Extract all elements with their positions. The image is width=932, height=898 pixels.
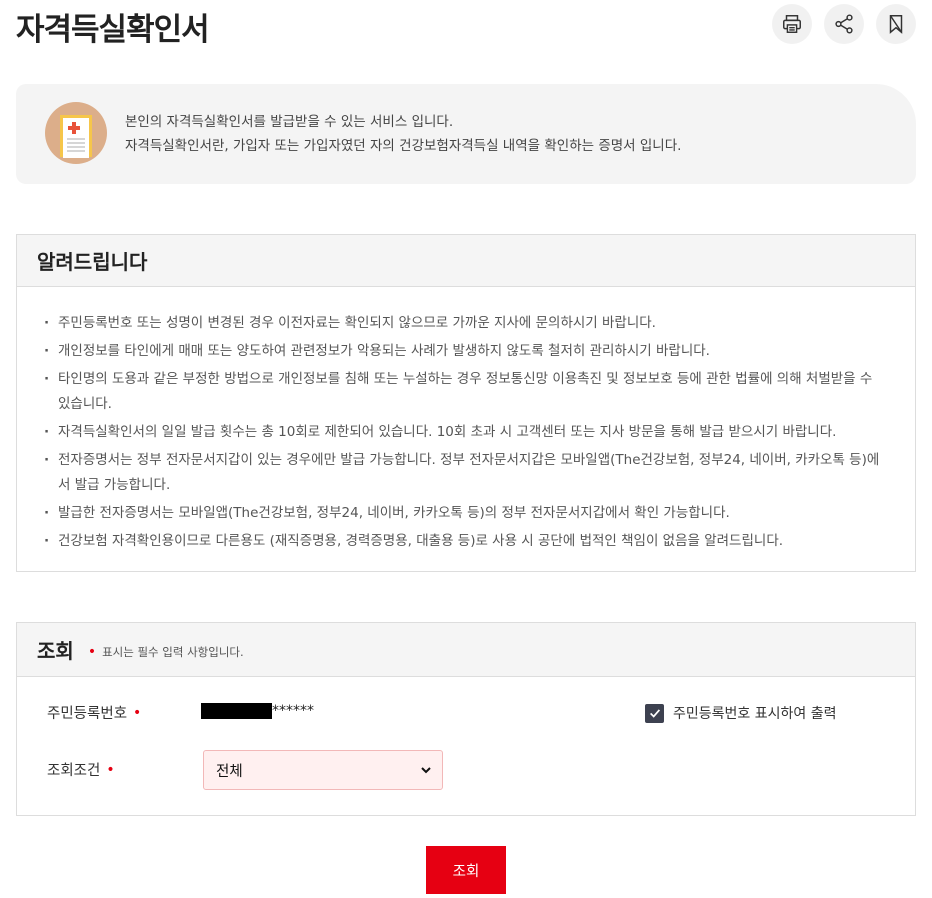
notice-item: 개인정보를 타인에게 매매 또는 양도하여 관련정보가 악용되는 사례가 발생하… [44, 339, 885, 364]
notice-header: 알려드립니다 [17, 235, 915, 287]
condition-label: 조회조건 • [47, 759, 115, 780]
rrn-suffix: ****** [272, 703, 314, 719]
print-rrn-label: 주민등록번호 표시하여 출력 [673, 706, 837, 722]
required-dot-icon: • [106, 761, 115, 778]
notice-item: 건강보험 자격확인용이므로 다른용도 (재직증명용, 경력증명용, 대출용 등)… [44, 529, 885, 554]
rrn-label: 주민등록번호 • [47, 702, 141, 723]
printer-icon [783, 15, 801, 33]
condition-select[interactable]: 전체 [203, 750, 443, 790]
notice-item: 주민등록번호 또는 성명이 변경된 경우 이전자료는 확인되지 않으므로 가까운… [44, 311, 885, 336]
intro-text: 본인의 자격득실확인서를 발급받을 수 있는 서비스 입니다. 자격득실확인서란… [125, 110, 681, 158]
submit-button[interactable]: 조회 [426, 846, 506, 894]
condition-label-text: 조회조건 [47, 763, 101, 779]
intro-line-1: 본인의 자격득실확인서를 발급받을 수 있는 서비스 입니다. [125, 114, 454, 130]
title-actions [772, 4, 916, 44]
bookmark-icon [889, 15, 903, 34]
document-icon [45, 102, 107, 164]
print-button[interactable] [772, 4, 812, 44]
notice-section: 알려드립니다 주민등록번호 또는 성명이 변경된 경우 이전자료는 확인되지 않… [16, 234, 916, 572]
required-dot-icon: • [87, 643, 97, 660]
rrn-label-text: 주민등록번호 [47, 706, 128, 722]
query-section: 조회 • 표시는 필수 입력 사항입니다. 주민등록번호 • ****** 주민… [16, 622, 916, 816]
intro-line-2: 자격득실확인서란, 가입자 또는 가입자였던 자의 건강보험자격득실 내역을 확… [125, 138, 682, 154]
required-note: • 표시는 필수 입력 사항입니다. [88, 640, 244, 660]
condition-select-value: 전체 [216, 763, 243, 780]
query-header: 조회 • 표시는 필수 입력 사항입니다. [17, 623, 915, 677]
required-note-text: 표시는 필수 입력 사항입니다. [102, 644, 244, 659]
notice-item: 전자증명서는 정부 전자문서지갑이 있는 경우에만 발급 가능합니다. 정부 전… [44, 448, 885, 498]
chevron-down-icon [421, 767, 431, 774]
required-dot-icon: • [133, 704, 142, 721]
notice-item: 타인명의 도용과 같은 부정한 방법으로 개인정보를 침해 또는 누설하는 경우… [44, 367, 885, 417]
query-title: 조회 [37, 639, 74, 663]
checkbox-checked-icon[interactable] [645, 703, 664, 723]
page-title: 자격득실확인서 [16, 12, 210, 48]
notice-item: 발급한 전자증명서는 모바일앱(The건강보험, 정부24, 네이버, 카카오톡… [44, 501, 885, 526]
print-rrn-checkbox[interactable]: 주민등록번호 표시하여 출력 [645, 703, 836, 723]
notice-title: 알려드립니다 [37, 250, 148, 274]
notice-item: 자격득실확인서의 일일 발급 횟수는 총 10회로 제한되어 있습니다. 10회… [44, 420, 885, 445]
notice-list: 주민등록번호 또는 성명이 변경된 경우 이전자료는 확인되지 않으므로 가까운… [17, 287, 915, 554]
rrn-value: ****** [201, 703, 314, 719]
rrn-redaction [201, 703, 272, 719]
bookmark-button[interactable] [876, 4, 916, 44]
intro-box: 본인의 자격득실확인서를 발급받을 수 있는 서비스 입니다. 자격득실확인서란… [16, 84, 916, 184]
share-icon [835, 14, 853, 34]
share-button[interactable] [824, 4, 864, 44]
